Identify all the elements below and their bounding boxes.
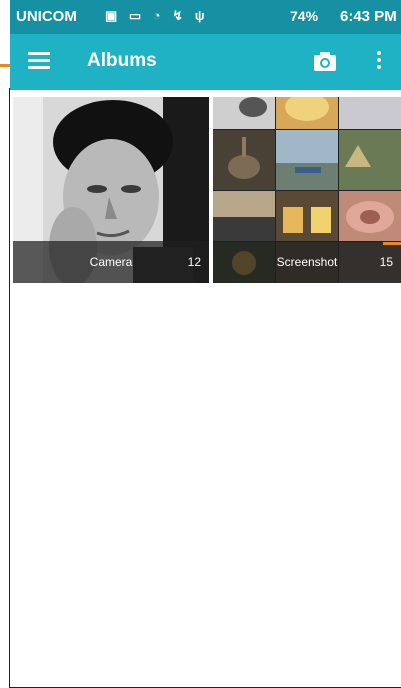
camera-label-bar: Camera 12: [13, 241, 209, 283]
album-camera[interactable]: Camera 12: [13, 97, 209, 283]
more-options-icon[interactable]: [373, 48, 385, 76]
menu-icon[interactable]: [26, 48, 52, 74]
annotation-marker-right: [383, 242, 401, 245]
status-icons: ▣ ▭ ◔ ↯ ψ: [105, 8, 209, 23]
clock: 6:43 PM: [340, 8, 397, 25]
status-bar: UNICOM ▣ ▭ ◔ ↯ ψ 74% 6:43 PM: [10, 0, 401, 34]
album-count: 15: [379, 255, 393, 269]
screenshot-label-bar: Screenshot 15: [213, 241, 401, 283]
album-grid: Camera 12 Screenshot 15: [10, 97, 401, 283]
page-title: Albums: [87, 50, 157, 71]
album-count: 12: [187, 255, 201, 269]
frame-border: [9, 88, 10, 688]
camera-icon[interactable]: [313, 50, 337, 72]
album-name: Screenshot: [276, 255, 338, 269]
album-screenshot[interactable]: Screenshot 15: [213, 97, 401, 283]
battery-level: 74%: [290, 8, 319, 24]
phone-screen: UNICOM ▣ ▭ ◔ ↯ ψ 74% 6:43 PM Albums Came…: [10, 0, 401, 688]
app-bar: Albums: [10, 34, 401, 90]
album-name: Camera: [89, 255, 133, 269]
carrier-label: UNICOM: [16, 8, 77, 25]
